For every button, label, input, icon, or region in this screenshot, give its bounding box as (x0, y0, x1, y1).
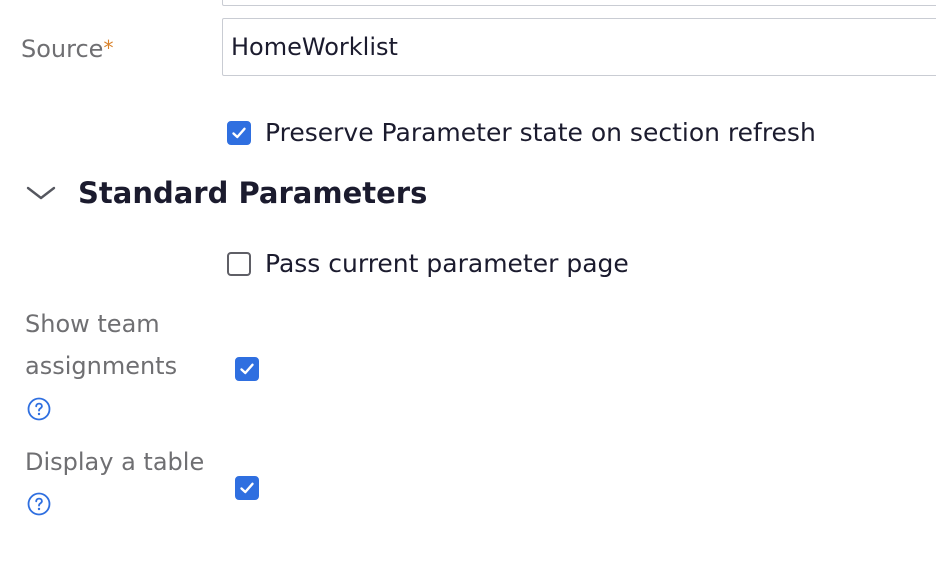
standard-parameters-header[interactable]: Standard Parameters (26, 176, 427, 210)
question-circle-icon[interactable] (27, 397, 51, 421)
question-circle-icon[interactable] (27, 492, 51, 516)
display-a-table-label: Display a table (25, 448, 205, 476)
previous-field-input[interactable] (222, 0, 936, 6)
show-team-assignments-label-line2: assignments (25, 352, 178, 380)
chevron-down-icon[interactable] (26, 185, 56, 201)
checkmark-icon (240, 363, 254, 375)
source-label-text: Source (21, 35, 104, 63)
standard-parameters-title: Standard Parameters (78, 176, 428, 210)
preserve-parameter-state-row: Preserve Parameter state on section refr… (227, 118, 816, 147)
show-team-assignments-label-line1: Show team (25, 310, 160, 338)
show-team-assignments-label: Show team assignments (25, 303, 177, 387)
pass-current-parameter-page-label[interactable]: Pass current parameter page (265, 249, 629, 278)
source-input[interactable] (222, 18, 936, 76)
preserve-parameter-state-label[interactable]: Preserve Parameter state on section refr… (265, 118, 816, 147)
display-a-table-checkbox[interactable] (235, 476, 259, 500)
show-team-assignments-checkbox[interactable] (235, 357, 259, 381)
checkmark-icon (232, 127, 246, 138)
form-panel: Source* Preserve Parameter state on sect… (0, 0, 936, 580)
pass-current-parameter-page-checkbox[interactable] (227, 251, 251, 276)
preserve-parameter-state-checkbox[interactable] (227, 120, 251, 145)
checkmark-icon (240, 482, 254, 494)
source-label: Source* (21, 28, 113, 71)
required-star-icon: * (103, 36, 114, 60)
pass-current-parameter-page-row: Pass current parameter page (227, 249, 629, 278)
